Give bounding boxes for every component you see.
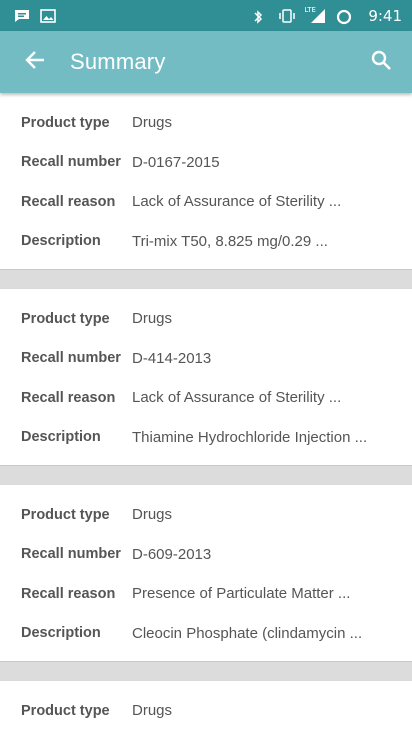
product-type-value: Drugs (132, 114, 173, 132)
product-type-row: Product type Drugs (0, 691, 412, 730)
product-type-label: Product type (21, 506, 110, 523)
recall-number-label: Recall number (21, 350, 121, 367)
sync-icon (336, 9, 352, 24)
product-type-row: Product type Drugs (0, 495, 412, 535)
product-type-label: Product type (21, 702, 110, 719)
description-row: Description Thiamine Hydrochloride Injec… (0, 418, 412, 458)
status-bar: LTE 9:41 (0, 0, 412, 31)
description-label: Description (21, 429, 101, 446)
card-divider (0, 466, 412, 485)
recall-card[interactable]: Product type Drugs Recall number D-414-2… (0, 289, 412, 466)
page-title: Summary (70, 49, 166, 74)
product-type-value: Drugs (132, 310, 173, 328)
recall-card[interactable]: Product type Drugs Recall number D-0167-… (0, 93, 412, 270)
description-value: Cleocin Phosphate (clindamycin ... (132, 624, 363, 642)
description-row: Description Tri-mix T50, 8.825 mg/0.29 .… (0, 222, 412, 262)
app-bar: Summary (0, 31, 412, 93)
product-type-value: Drugs (132, 506, 173, 524)
recall-card[interactable]: Product type Drugs (0, 681, 412, 730)
recall-number-row: Recall number D-609-2013 (0, 535, 412, 575)
search-button[interactable] (366, 47, 396, 77)
bluetooth-icon (252, 9, 268, 24)
recall-number-row: Recall number D-414-2013 (0, 339, 412, 379)
search-icon (370, 49, 392, 76)
description-label: Description (21, 233, 101, 250)
product-type-label: Product type (21, 310, 110, 327)
recall-number-value: D-609-2013 (132, 545, 212, 563)
recall-reason-value: Lack of Assurance of Sterility ... (132, 193, 342, 211)
recall-reason-value: Lack of Assurance of Sterility ... (132, 389, 342, 407)
recall-reason-label: Recall reason (21, 585, 116, 602)
card-divider (0, 270, 412, 289)
product-type-value: Drugs (132, 702, 173, 720)
recall-number-value: D-0167-2015 (132, 153, 220, 171)
recall-reason-row: Recall reason Lack of Assurance of Steri… (0, 378, 412, 418)
lte-label: LTE (304, 5, 316, 14)
recall-number-label: Recall number (21, 546, 121, 563)
recall-reason-value: Presence of Particulate Matter ... (132, 585, 351, 603)
back-button[interactable] (20, 47, 50, 77)
vibrate-icon (278, 8, 296, 23)
recall-reason-label: Recall reason (21, 193, 116, 210)
recall-card[interactable]: Product type Drugs Recall number D-609-2… (0, 485, 412, 662)
lte-signal-icon: LTE (304, 5, 326, 24)
image-icon (40, 8, 56, 23)
recall-reason-label: Recall reason (21, 389, 116, 406)
recall-number-row: Recall number D-0167-2015 (0, 143, 412, 183)
description-row: Description Cleocin Phosphate (clindamyc… (0, 614, 412, 654)
description-label: Description (21, 625, 101, 642)
product-type-row: Product type Drugs (0, 103, 412, 143)
product-type-label: Product type (21, 114, 110, 131)
recall-reason-row: Recall reason Presence of Particulate Ma… (0, 574, 412, 614)
message-icon (14, 9, 30, 23)
product-type-row: Product type Drugs (0, 299, 412, 339)
description-value: Tri-mix T50, 8.825 mg/0.29 ... (132, 232, 328, 250)
recall-number-value: D-414-2013 (132, 349, 212, 367)
clock: 9:41 (368, 6, 402, 25)
card-divider (0, 662, 412, 681)
recall-reason-row: Recall reason Lack of Assurance of Steri… (0, 182, 412, 222)
recall-number-label: Recall number (21, 154, 121, 171)
recall-list: Product type Drugs Recall number D-0167-… (0, 93, 412, 730)
arrow-back-icon (24, 49, 46, 76)
description-value: Thiamine Hydrochloride Injection ... (132, 428, 368, 446)
